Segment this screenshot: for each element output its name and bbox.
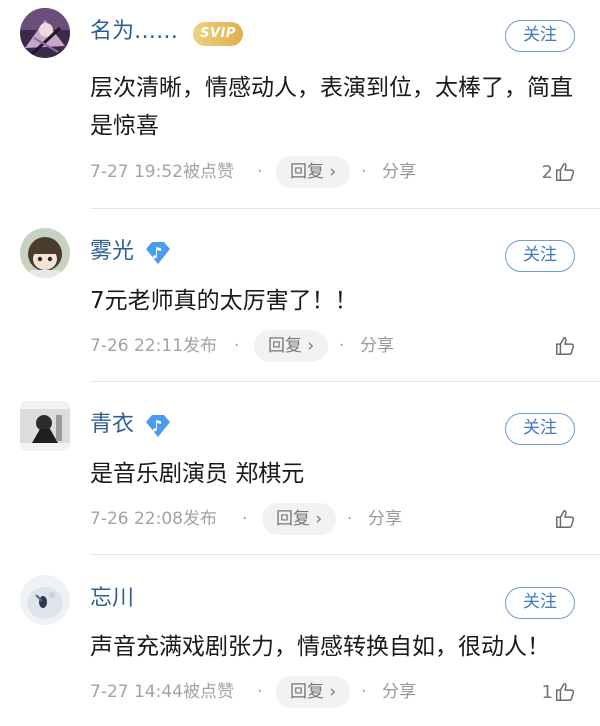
chevron-right-icon: ›: [307, 336, 315, 356]
like-button[interactable]: [553, 330, 576, 362]
separator-dot: ·: [257, 682, 263, 702]
chevron-right-icon: ›: [329, 162, 337, 182]
reply-label: 回复: [290, 162, 324, 182]
follow-button[interactable]: 关注: [505, 240, 575, 272]
comment-item: 名为…… SVIP 关注 层次清晰，情感动人，表演到位，太棒了，简直是惊喜 7-…: [0, 4, 600, 209]
share-button[interactable]: 分享: [360, 330, 394, 362]
username[interactable]: 名为……: [90, 17, 178, 47]
thumbs-up-icon: [556, 337, 575, 355]
avatar-image: [20, 228, 70, 278]
comment-meta: 7-27 19:52被点赞: [90, 162, 234, 182]
separator-dot: ·: [347, 509, 353, 529]
reply-button[interactable]: 回复 ›: [276, 676, 351, 708]
username[interactable]: 忘川: [90, 584, 134, 614]
chevron-right-icon: ›: [329, 682, 337, 702]
comment-text: 7元老师真的太厉害了！！: [90, 288, 358, 314]
thumbs-up-icon: [556, 683, 575, 701]
separator-dot: ·: [361, 682, 367, 702]
reply-button[interactable]: 回复 ›: [276, 156, 351, 188]
separator-dot: ·: [257, 162, 263, 182]
music-verified-icon: [146, 242, 170, 264]
like-button[interactable]: 1: [542, 676, 576, 708]
comment-meta: 7-27 14:44被点赞: [90, 682, 234, 702]
comment-meta: 7-26 22:08发布: [90, 509, 217, 529]
like-count: 1: [541, 681, 553, 703]
comment-meta: 7-26 22:11发布: [90, 336, 217, 356]
avatar-image: [20, 8, 70, 58]
svip-badge: SVIP: [193, 22, 243, 46]
reply-label: 回复: [276, 509, 310, 529]
comment-item: 雾光 关注 7元老师真的太厉害了！！ 7-26 22:11发布 · 回复 › ·…: [0, 224, 600, 382]
music-verified-icon: [146, 415, 170, 437]
avatar[interactable]: [20, 575, 70, 625]
comment-text: 是音乐剧演员 郑棋元: [90, 461, 305, 487]
separator-dot: ·: [242, 509, 248, 529]
chevron-right-icon: ›: [315, 509, 323, 529]
comment-item: 青衣 关注 是音乐剧演员 郑棋元 7-26 22:08发布 · 回复 › · 分…: [0, 397, 600, 555]
comment-text: 声音充满戏剧张力，情感转换自如，很动人！: [90, 634, 550, 660]
share-button[interactable]: 分享: [368, 503, 402, 535]
divider: [90, 554, 600, 555]
follow-button[interactable]: 关注: [505, 413, 575, 445]
follow-button[interactable]: 关注: [505, 587, 575, 619]
like-button[interactable]: [553, 503, 576, 535]
share-button[interactable]: 分享: [382, 676, 416, 708]
comment-text: 层次清晰，情感动人，表演到位，太棒了，简直是惊喜: [90, 75, 573, 139]
divider: [90, 208, 600, 209]
follow-button[interactable]: 关注: [505, 20, 575, 52]
thumbs-up-icon: [556, 163, 575, 181]
share-button[interactable]: 分享: [382, 156, 416, 188]
thumbs-up-icon: [556, 510, 575, 528]
separator-dot: ·: [361, 162, 367, 182]
username[interactable]: 青衣: [90, 410, 134, 440]
reply-button[interactable]: 回复 ›: [254, 330, 329, 362]
reply-button[interactable]: 回复 ›: [262, 503, 337, 535]
username[interactable]: 雾光: [90, 237, 134, 267]
avatar[interactable]: [20, 228, 70, 278]
avatar[interactable]: [20, 8, 70, 58]
like-button[interactable]: 2: [542, 156, 576, 188]
avatar-image: [20, 575, 70, 625]
reply-label: 回复: [290, 682, 324, 702]
comment-item: 忘川 关注 声音充满戏剧张力，情感转换自如，很动人！ 7-27 14:44被点赞…: [0, 571, 600, 726]
like-count: 2: [541, 161, 553, 183]
separator-dot: ·: [234, 336, 240, 356]
separator-dot: ·: [339, 336, 345, 356]
reply-label: 回复: [268, 336, 302, 356]
divider: [90, 381, 600, 382]
avatar[interactable]: [20, 401, 70, 451]
avatar-image: [20, 401, 70, 451]
